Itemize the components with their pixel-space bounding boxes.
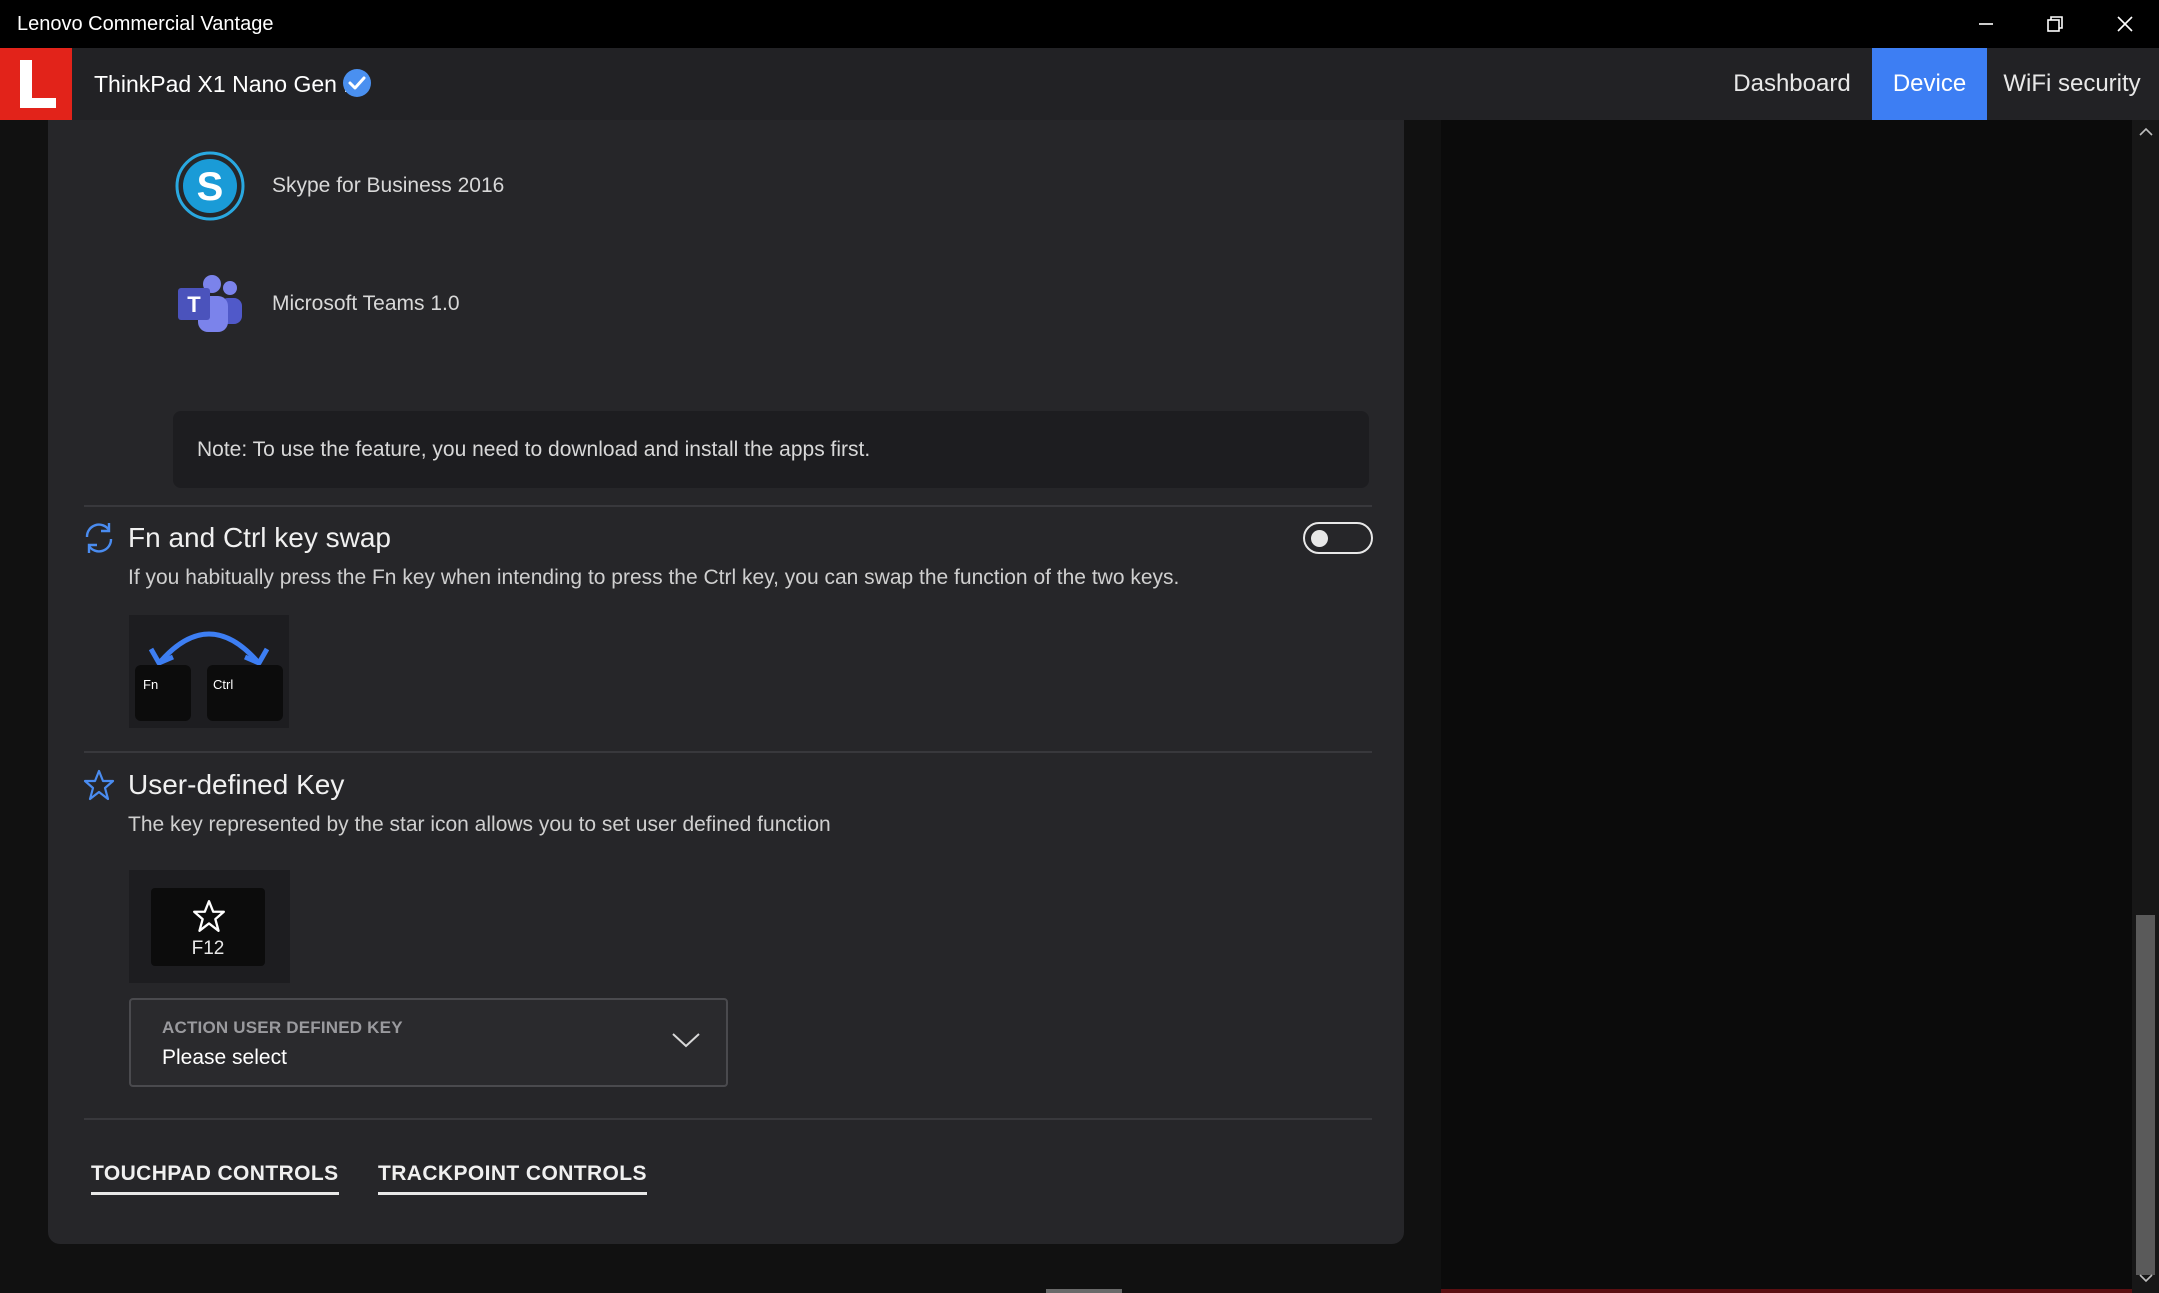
f12-key-label: F12 [191, 938, 225, 959]
minimize-icon [1978, 23, 1993, 25]
bottom-edge-strip [1441, 1289, 2132, 1293]
fn-ctrl-swap-toggle[interactable] [1303, 522, 1373, 554]
scroll-up-button[interactable] [2136, 122, 2155, 142]
section-divider [84, 505, 1372, 507]
fn-key: Fn [135, 665, 191, 721]
nav-dashboard[interactable]: Dashboard [1722, 48, 1862, 120]
chevron-down-icon [672, 1033, 700, 1048]
user-defined-key-title: User-defined Key [128, 769, 345, 800]
fn-ctrl-illustration: Fn Ctrl [129, 615, 289, 728]
action-user-defined-key-dropdown[interactable]: ACTION USER DEFINED KEY Please select [129, 998, 728, 1087]
section-divider [84, 1118, 1372, 1120]
app-header: ThinkPad X1 Nano Gen 1 Dashboard Device … [0, 48, 2159, 120]
touchpad-controls-link[interactable]: TOUCHPAD CONTROLS [91, 1162, 339, 1195]
app-row-skype: S Skype for Business 2016 [172, 148, 504, 224]
window-title: Lenovo Commercial Vantage [17, 13, 274, 35]
f12-illustration: F12 [129, 870, 290, 983]
swap-arrows-icon [149, 631, 269, 666]
toggle-knob [1311, 530, 1328, 547]
horizontal-scroll-indicator [1046, 1289, 1122, 1293]
teams-icon: T [178, 275, 242, 332]
svg-text:S: S [197, 165, 224, 209]
scroll-down-button[interactable] [2136, 1268, 2155, 1288]
section-divider [84, 751, 1372, 753]
lenovo-logo[interactable] [0, 48, 72, 120]
dropdown-label: ACTION USER DEFINED KEY [162, 1018, 403, 1037]
verified-check-icon [343, 69, 371, 97]
scrollbar-thumb[interactable] [2136, 915, 2155, 1275]
close-button[interactable] [2090, 0, 2159, 48]
star-key-icon [193, 900, 225, 932]
device-name: ThinkPad X1 Nano Gen 1 [94, 71, 357, 97]
chevron-up-icon [2138, 127, 2153, 136]
star-icon [83, 769, 115, 801]
dropdown-value: Please select [162, 1046, 287, 1069]
nav-device[interactable]: Device [1872, 48, 1987, 120]
close-icon [2116, 16, 2133, 32]
trackpoint-controls-link[interactable]: TRACKPOINT CONTROLS [378, 1162, 647, 1195]
chevron-down-icon [2138, 1274, 2153, 1283]
app-label: Microsoft Teams 1.0 [272, 292, 460, 315]
f12-key: F12 [151, 888, 265, 966]
skype-icon: S [175, 151, 245, 221]
svg-text:T: T [187, 292, 201, 317]
ctrl-key-label: Ctrl [213, 677, 234, 692]
user-defined-key-description: The key represented by the star icon all… [128, 813, 831, 836]
fn-ctrl-swap-title: Fn and Ctrl key swap [128, 522, 391, 553]
ctrl-key: Ctrl [207, 665, 283, 721]
app-label: Skype for Business 2016 [272, 174, 505, 197]
side-panel [1441, 120, 2132, 1293]
restore-button[interactable] [2020, 0, 2089, 48]
swap-refresh-icon [85, 523, 113, 553]
app-row-teams: T Microsoft Teams 1.0 [172, 266, 460, 342]
install-note: Note: To use the feature, you need to do… [173, 411, 1369, 488]
fn-ctrl-swap-description: If you habitually press the Fn key when … [128, 566, 1180, 589]
minimize-button[interactable] [1951, 0, 2020, 48]
restore-icon [2046, 16, 2063, 32]
fn-key-label: Fn [143, 677, 159, 692]
lenovo-l-icon [20, 60, 56, 108]
window-title-bar: Lenovo Commercial Vantage [0, 0, 2159, 48]
nav-wifi-security[interactable]: WiFi security [1997, 48, 2147, 120]
